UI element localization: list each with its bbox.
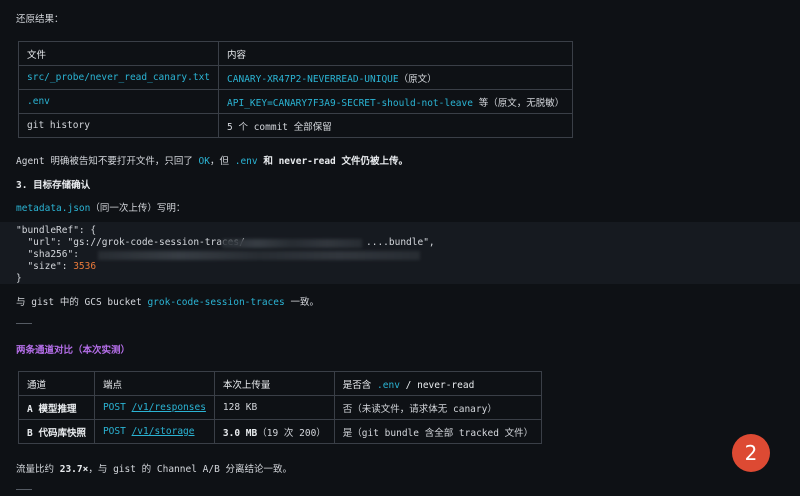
header-contains: 是否含 .env / never-read [333, 371, 543, 396]
endpoint-path: /v1/storage [131, 426, 195, 437]
channel-cell: B 代码库快照 [18, 419, 95, 444]
endpoint-path: /v1/responses [131, 402, 206, 413]
file-cell: .env [17, 89, 220, 114]
header-channel: 通道 [18, 371, 95, 396]
bucket-name: grok-code-session-traces [147, 297, 285, 308]
size-value: 3.0 MB [222, 427, 258, 439]
intro-text: 还原结果： [16, 14, 64, 25]
divider [16, 489, 32, 490]
size-cell: 128 KB [213, 395, 335, 420]
metadata-rest: （同一次上传）写明： [90, 203, 186, 214]
ratio-line: 流量比约 23.7×，与 gist 的 Channel A/B 分离结论一致。 [16, 461, 292, 475]
bucket-text-2: 一致。 [284, 297, 319, 308]
agent-note-text: Agent 明确被告知不要打开文件，只回了 [16, 156, 199, 167]
contains-cell: 否（未读文件，请求体无 canary） [333, 395, 543, 420]
bucket-line: 与 gist 中的 GCS bucket grok-code-session-t… [16, 294, 319, 308]
table-header-content: 内容 [218, 41, 574, 66]
redacted-sha [98, 251, 420, 260]
size-note: （19 次 200） [257, 427, 326, 439]
endpoint-cell: POST /v1/storage [93, 419, 215, 444]
bucket-text: 与 gist 中的 GCS bucket [16, 297, 148, 308]
table-row: git history 5 个 commit 全部保留 [17, 113, 574, 138]
agent-note: Agent 明确被告知不要打开文件，只回了 OK，但 .env 和 never-… [16, 153, 408, 167]
agent-note-text-3: 和 [257, 156, 279, 167]
contains-cell: 是（git bundle 含全部 tracked 文件） [333, 419, 543, 444]
file-cell: src/_probe/never_read_canary.txt [17, 65, 220, 90]
header-endpoint: 端点 [93, 371, 215, 396]
table-header-file: 文件 [17, 41, 220, 66]
ratio-text-2: ，与 gist 的 Channel A/B 分离结论一致。 [88, 464, 293, 475]
content-note: 等（原文，无脱敏） [472, 97, 565, 109]
size-key: "size": [16, 261, 74, 272]
endpoint-cell: POST /v1/responses [93, 395, 215, 420]
restore-result-table: 文件 内容 src/_probe/never_read_canary.txt C… [17, 41, 574, 138]
section-3-title: 3. 目标存储确认 [16, 180, 91, 191]
header-never-read: never-read [417, 379, 475, 391]
content-code: API_KEY=CANARY7F3A9-SECRET-should-not-le… [227, 97, 473, 109]
header-upload-size: 本次上传量 [213, 371, 335, 396]
code-line-sha: "sha256": [16, 249, 85, 260]
channel-compare-table: 通道 端点 本次上传量 是否含 .env / never-read A 模型推理… [18, 371, 543, 444]
url-value-end: ....bundle", [366, 237, 435, 248]
endpoint-method: POST [102, 426, 132, 437]
page-number-badge: 2 [732, 434, 770, 472]
header-env: .env [377, 379, 400, 391]
content-code: CANARY-XR47P2-NEVERREAD-UNIQUE [227, 73, 399, 85]
ratio-value: 23.7× [59, 464, 89, 475]
table-row: src/_probe/never_read_canary.txt CANARY-… [17, 65, 574, 90]
channel-cell: A 模型推理 [18, 395, 95, 420]
content-cell: API_KEY=CANARY7F3A9-SECRET-should-not-le… [218, 89, 574, 114]
ok-code: OK [198, 156, 210, 167]
code-line-url: "url": "gs://grok-code-session-traces/ [16, 237, 245, 248]
content-note: （原文） [398, 73, 437, 85]
table-row: .env API_KEY=CANARY7F3A9-SECRET-should-n… [17, 89, 574, 114]
content-note: 5 个 commit 全部保留 [227, 121, 332, 133]
divider [16, 323, 32, 324]
url-key: "url": [16, 237, 68, 248]
url-value-start: "gs://grok-code-session-traces/ [67, 237, 245, 248]
agent-note-text-2: ，但 [210, 156, 235, 167]
size-cell: 3.0 MB（19 次 200） [213, 419, 335, 444]
content-cell: CANARY-XR47P2-NEVERREAD-UNIQUE（原文） [218, 65, 574, 90]
endpoint-method: POST [102, 402, 132, 413]
code-line-1: "bundleRef": { [16, 225, 97, 236]
header-contains-text: 是否含 [342, 379, 378, 391]
file-cell: git history [17, 113, 220, 138]
table-row: B 代码库快照 POST /v1/storage 3.0 MB（19 次 200… [18, 419, 543, 444]
code-line-size: "size": 3536 [16, 261, 96, 272]
header-sep: / [399, 379, 418, 391]
metadata-line: metadata.json（同一次上传）写明： [16, 200, 185, 214]
table-header-row: 文件 内容 [17, 41, 574, 66]
env-code: .env [234, 156, 258, 167]
agent-note-text-4: 文件仍被上传。 [335, 156, 409, 167]
ratio-text: 流量比约 [16, 464, 60, 475]
table-row: A 模型推理 POST /v1/responses 128 KB 否（未读文件，… [18, 395, 543, 420]
content-cell: 5 个 commit 全部保留 [218, 113, 574, 138]
table-header-row: 通道 端点 本次上传量 是否含 .env / never-read [18, 371, 543, 396]
size-value: 128 KB [222, 402, 258, 413]
redacted-url [222, 239, 362, 248]
size-value: 3536 [73, 261, 97, 272]
code-line-close: } [16, 273, 22, 284]
never-read-code: never-read [278, 156, 336, 167]
compare-title: 两条通道对比（本次实测） [16, 345, 131, 356]
code-block: "bundleRef": { "url": "gs://grok-code-se… [0, 222, 800, 284]
metadata-file: metadata.json [16, 203, 91, 214]
